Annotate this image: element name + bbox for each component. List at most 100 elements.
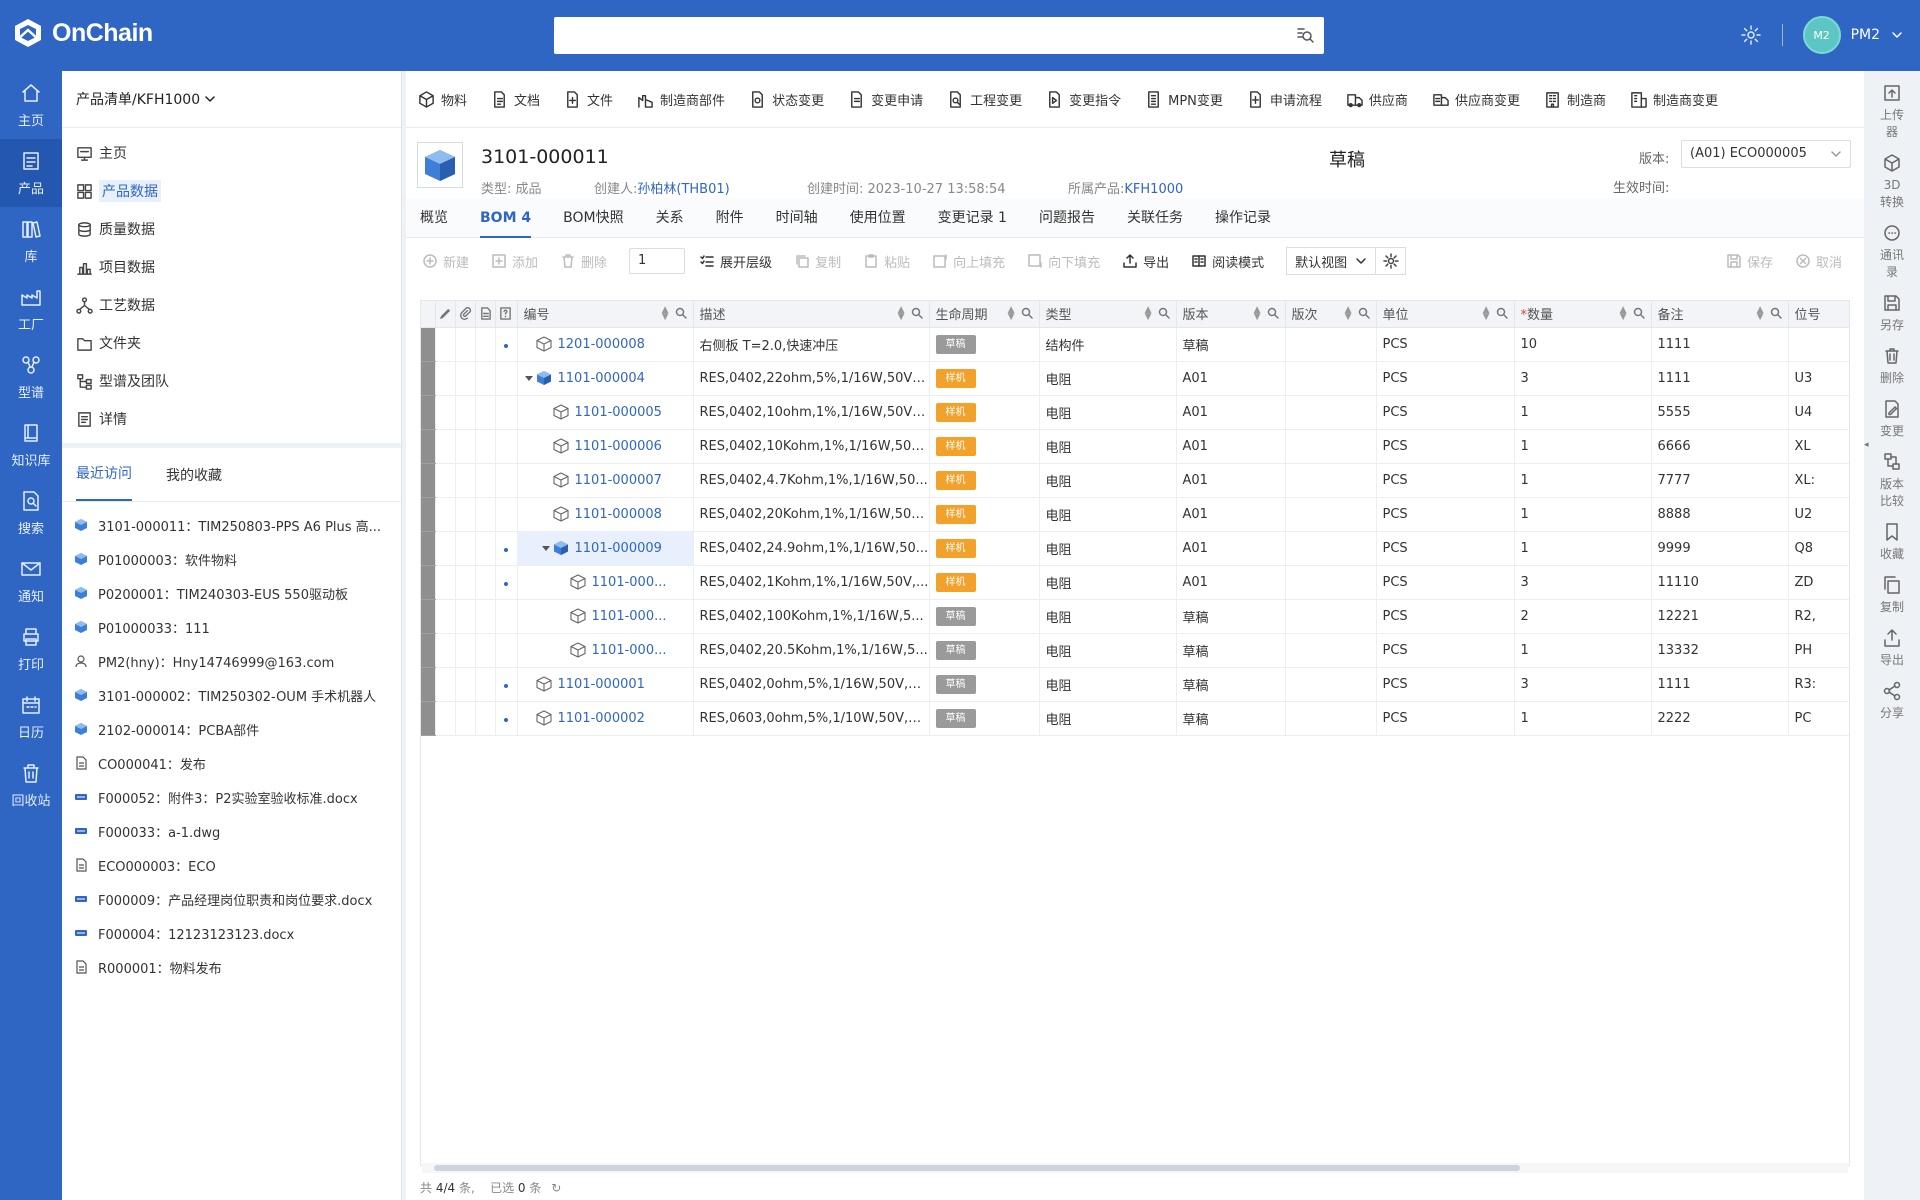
- quantity-cell[interactable]: 1: [1514, 497, 1652, 532]
- item-number-link[interactable]: 1101-000008: [575, 507, 662, 522]
- row-gutter[interactable]: [421, 327, 436, 362]
- rail-item-5[interactable]: 变更: [1864, 387, 1920, 440]
- number-cell[interactable]: 1101-000005: [517, 395, 694, 430]
- tab-favorites[interactable]: 我的收藏: [166, 465, 222, 501]
- nav-item-9[interactable]: 日历: [0, 683, 62, 751]
- toolbar-item-12[interactable]: 制造商: [1544, 90, 1606, 109]
- tab-5[interactable]: 时间轴: [776, 198, 818, 238]
- fill-up-button[interactable]: 向上填充: [932, 252, 1005, 271]
- number-cell[interactable]: 1101-000008: [517, 497, 694, 532]
- quantity-cell[interactable]: 2: [1514, 599, 1652, 634]
- view-settings-button[interactable]: [1376, 247, 1407, 275]
- add-button[interactable]: 添加: [491, 252, 538, 271]
- fill-down-button[interactable]: 向下填充: [1027, 252, 1100, 271]
- tab-9[interactable]: 关联任务: [1127, 198, 1183, 238]
- recent-item[interactable]: F000004：12123123123.docx: [62, 916, 401, 950]
- table-row[interactable]: 1101-000002 RES,0603,0ohm,5%,1/10W,50V,S.…: [421, 701, 1849, 736]
- col-lifecycle[interactable]: 生命周期 ▲ ▼: [929, 301, 1040, 328]
- tree-item-5[interactable]: 文件夹: [62, 324, 401, 362]
- cancel-button[interactable]: 取消: [1795, 252, 1842, 271]
- nav-item-8[interactable]: 打印: [0, 615, 62, 683]
- quantity-cell[interactable]: 10: [1514, 327, 1652, 362]
- note-cell[interactable]: 7777: [1651, 463, 1789, 498]
- table-row[interactable]: 1101-000... RES,0402,20.5Kohm,1%,1/16W,5.…: [421, 633, 1849, 668]
- recent-item[interactable]: P01000003：软件物料: [62, 542, 401, 576]
- export-button[interactable]: 导出: [1122, 252, 1169, 271]
- note-cell[interactable]: 1111: [1651, 327, 1789, 362]
- chevron-down-icon[interactable]: [1890, 28, 1904, 42]
- position-cell[interactable]: XL: [1788, 429, 1849, 464]
- collapse-rail-icon[interactable]: ◂: [1864, 440, 1872, 460]
- tab-10[interactable]: 操作记录: [1215, 198, 1271, 238]
- quantity-cell[interactable]: 1: [1514, 531, 1652, 566]
- rail-item-6[interactable]: 版本比较: [1864, 440, 1920, 510]
- copy-button[interactable]: 复制: [794, 252, 841, 271]
- number-cell[interactable]: 1201-000008: [517, 327, 694, 362]
- number-cell[interactable]: 1101-000007: [517, 463, 694, 498]
- tree-item-2[interactable]: 质量数据: [62, 210, 401, 248]
- col-quantity[interactable]: *数量 ▲ ▼: [1514, 301, 1652, 328]
- row-gutter[interactable]: [421, 531, 436, 566]
- row-gutter[interactable]: [421, 701, 436, 736]
- quantity-cell[interactable]: 3: [1514, 667, 1652, 702]
- quantity-cell[interactable]: 1: [1514, 429, 1652, 464]
- nav-item-5[interactable]: 知识库: [0, 411, 62, 479]
- search-icon[interactable]: [1296, 26, 1314, 44]
- toolbar-item-6[interactable]: 工程变更: [947, 90, 1022, 109]
- row-gutter[interactable]: [421, 599, 436, 634]
- chevron-down-icon[interactable]: [204, 93, 216, 105]
- item-number-link[interactable]: 1101-000001: [558, 677, 645, 692]
- tab-6[interactable]: 使用位置: [850, 198, 906, 238]
- recent-item[interactable]: ECO000003：ECO: [62, 848, 401, 882]
- col-note[interactable]: 备注 ▲ ▼: [1651, 301, 1789, 328]
- recent-item[interactable]: CO000041：发布: [62, 746, 401, 780]
- nav-item-7[interactable]: 通知: [0, 547, 62, 615]
- creator-link[interactable]: 孙柏林(THB01): [637, 182, 729, 197]
- number-cell[interactable]: 1101-000001: [517, 667, 694, 702]
- table-row[interactable]: 1101-000001 RES,0402,0ohm,5%,1/16W,50V,S.…: [421, 667, 1849, 702]
- toolbar-item-4[interactable]: 状态变更: [749, 90, 824, 109]
- quantity-cell[interactable]: 1: [1514, 633, 1652, 668]
- tab-1[interactable]: BOM 4: [480, 198, 532, 238]
- number-cell[interactable]: 1101-000...: [517, 633, 694, 668]
- note-cell[interactable]: 9999: [1651, 531, 1789, 566]
- table-row[interactable]: 1101-000007 RES,0402,4.7Kohm,1%,1/16W,50.…: [421, 463, 1849, 498]
- col-type[interactable]: 类型 ▲ ▼: [1039, 301, 1177, 328]
- item-number-link[interactable]: 1101-000009: [575, 541, 662, 556]
- toolbar-item-11[interactable]: 供应商变更: [1432, 90, 1520, 109]
- item-number-link[interactable]: 1101-000005: [575, 405, 662, 420]
- recent-item[interactable]: 3101-000011：TIM250803-PPS A6 Plus 高...: [62, 508, 401, 542]
- row-gutter[interactable]: [421, 667, 436, 702]
- note-cell[interactable]: 11110: [1651, 565, 1789, 600]
- read-mode-button[interactable]: 阅读模式: [1191, 252, 1264, 271]
- nav-item-1[interactable]: 产品: [0, 139, 62, 207]
- note-cell[interactable]: 13332: [1651, 633, 1789, 668]
- product-list-selector[interactable]: 产品清单/KFH1000: [62, 71, 401, 128]
- col-revision[interactable]: 版次 ▲ ▼: [1285, 301, 1377, 328]
- tree-item-3[interactable]: 项目数据: [62, 248, 401, 286]
- quantity-cell[interactable]: 1: [1514, 395, 1652, 430]
- table-row[interactable]: 1101-000005 RES,0402,10ohm,1%,1/16W,50V,.…: [421, 395, 1849, 430]
- user-avatar[interactable]: M2: [1802, 16, 1841, 54]
- new-button[interactable]: 新建: [422, 252, 469, 271]
- position-cell[interactable]: R3:: [1788, 667, 1849, 702]
- row-gutter[interactable]: [421, 395, 436, 430]
- table-row[interactable]: 1101-000008 RES,0402,20Kohm,1%,1/16W,50V.…: [421, 497, 1849, 532]
- tab-2[interactable]: BOM快照: [563, 198, 623, 238]
- item-number-link[interactable]: 1101-000006: [575, 439, 662, 454]
- position-cell[interactable]: R2,: [1788, 599, 1849, 634]
- tab-4[interactable]: 附件: [716, 198, 744, 238]
- position-cell[interactable]: PH: [1788, 633, 1849, 668]
- tree-item-4[interactable]: 工艺数据: [62, 286, 401, 324]
- row-gutter[interactable]: [421, 633, 436, 668]
- toolbar-item-9[interactable]: 申请流程: [1247, 90, 1322, 109]
- quantity-cell[interactable]: 1: [1514, 463, 1652, 498]
- rail-item-3[interactable]: 另存: [1864, 281, 1920, 334]
- item-number-link[interactable]: 1101-000...: [592, 609, 667, 624]
- nav-item-3[interactable]: 工厂: [0, 275, 62, 343]
- row-gutter[interactable]: [421, 463, 436, 498]
- rail-item-1[interactable]: 3D转换: [1864, 141, 1920, 211]
- recent-item[interactable]: 2102-000014：PCBA部件: [62, 712, 401, 746]
- note-cell[interactable]: 6666: [1651, 429, 1789, 464]
- number-cell[interactable]: 1101-000009: [517, 531, 694, 566]
